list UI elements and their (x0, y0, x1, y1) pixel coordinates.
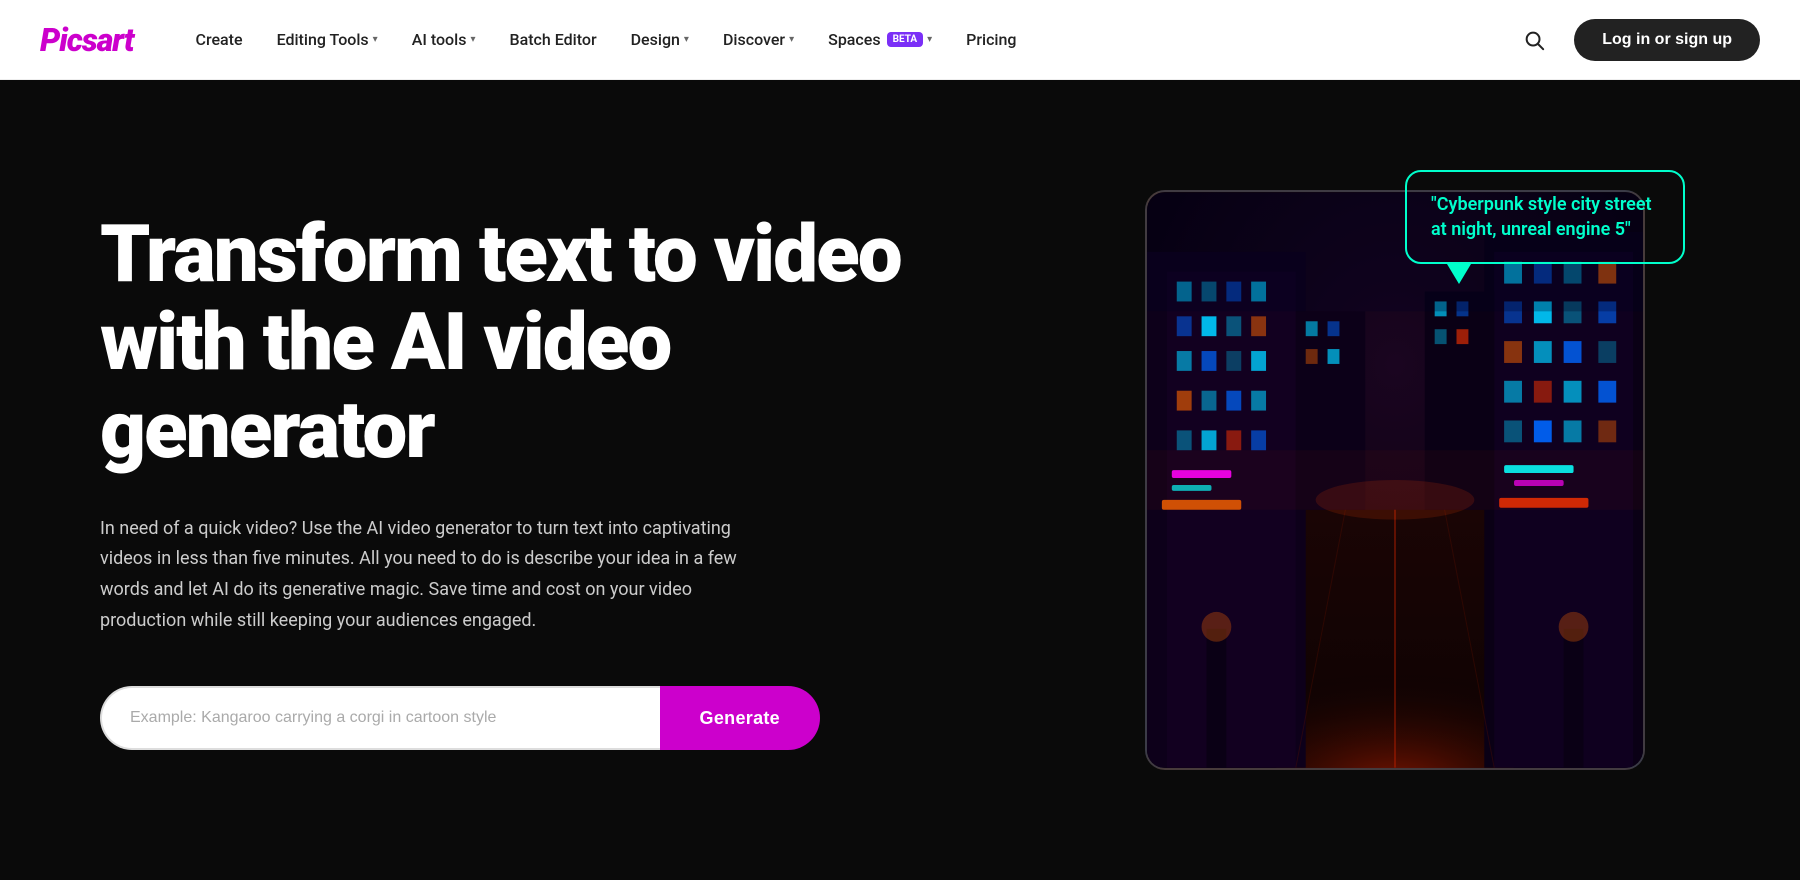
generate-button[interactable]: Generate (660, 686, 820, 750)
prompt-input[interactable] (100, 686, 660, 750)
nav-editing-tools[interactable]: Editing Tools ▾ (263, 22, 392, 57)
nav-design[interactable]: Design ▾ (617, 22, 703, 57)
nav-ai-tools[interactable]: AI tools ▾ (398, 22, 490, 57)
hero-section: Transform text to video with the AI vide… (0, 80, 1800, 880)
hero-image-card (1145, 190, 1645, 770)
chevron-down-icon: ▾ (470, 34, 475, 45)
nav-create[interactable]: Create (182, 22, 257, 57)
hero-subtitle: In need of a quick video? Use the AI vid… (100, 514, 780, 636)
search-icon (1523, 29, 1545, 51)
nav-batch-editor[interactable]: Batch Editor (495, 22, 610, 57)
chevron-down-icon: ▾ (373, 34, 378, 45)
hero-title: Transform text to video with the AI vide… (100, 210, 910, 474)
navbar: Picsart Create Editing Tools ▾ AI tools … (0, 0, 1800, 80)
nav-spaces[interactable]: Spaces BETA ▾ (814, 22, 946, 57)
nav-links: Create Editing Tools ▾ AI tools ▾ Batch … (182, 22, 1515, 57)
hero-input-row: Generate (100, 686, 820, 750)
chevron-down-icon: ▾ (684, 34, 689, 45)
nav-pricing[interactable]: Pricing (952, 22, 1030, 57)
chevron-down-icon: ▾ (789, 34, 794, 45)
city-illustration (1147, 192, 1643, 768)
picsart-logo[interactable]: Picsart (40, 21, 134, 59)
beta-badge: BETA (887, 32, 924, 47)
search-button[interactable] (1514, 20, 1554, 60)
speech-bubble: "Cyberpunk style city street at night, u… (1405, 170, 1685, 264)
chevron-down-icon: ▾ (927, 34, 932, 45)
login-button[interactable]: Log in or sign up (1574, 19, 1760, 61)
hero-left: Transform text to video with the AI vide… (0, 150, 990, 810)
hero-right: "Cyberpunk style city street at night, u… (990, 80, 1800, 880)
nav-right: Log in or sign up (1514, 19, 1760, 61)
speech-bubble-text: "Cyberpunk style city street at night, u… (1431, 194, 1652, 240)
nav-discover[interactable]: Discover ▾ (709, 22, 808, 57)
